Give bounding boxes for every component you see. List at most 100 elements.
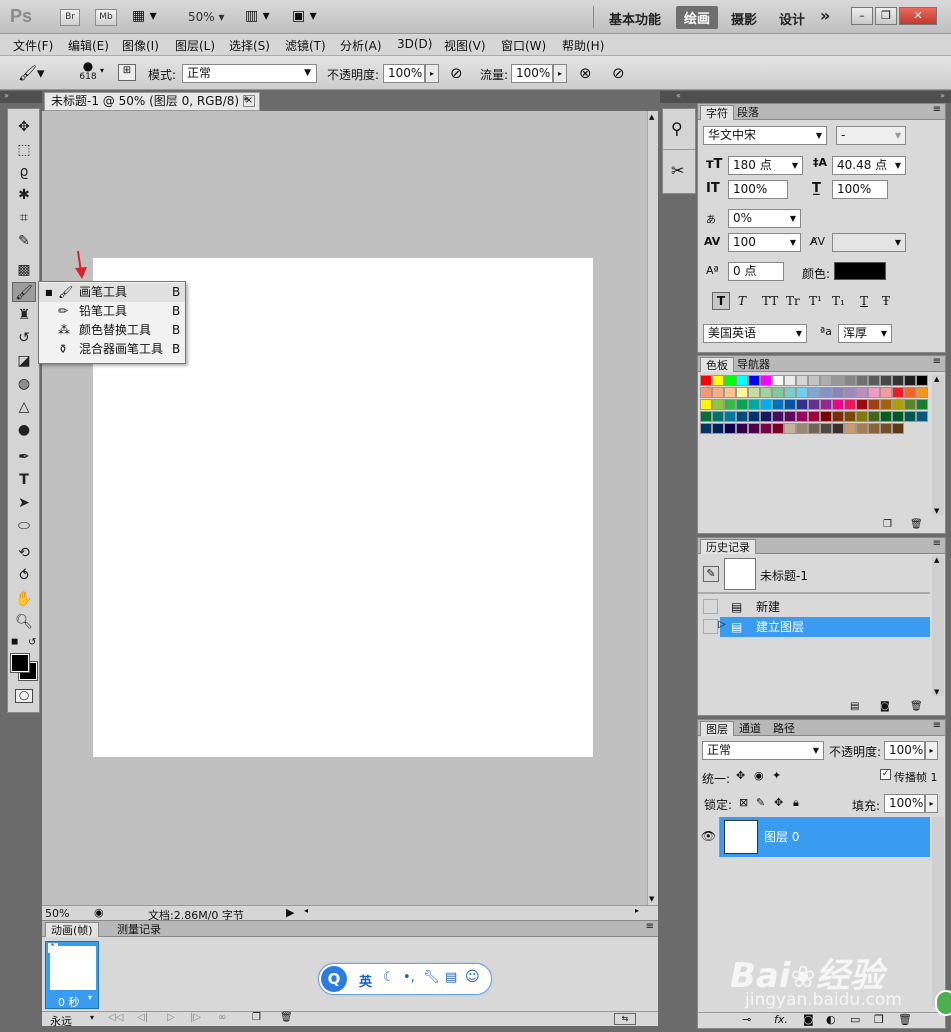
leading-input[interactable]: 40.48 点 ▼ <box>832 156 906 175</box>
menu-file[interactable]: 文件(F) <box>13 37 53 54</box>
blur-tool-icon[interactable]: △ <box>12 397 36 417</box>
font-style-select[interactable]: - ▼ <box>836 126 906 145</box>
layer-style-icon[interactable]: fx. <box>774 1013 788 1026</box>
color-swatch[interactable] <box>868 399 880 410</box>
vertical-scale-input[interactable]: 100% <box>728 180 788 199</box>
color-swatch[interactable] <box>748 387 760 398</box>
opacity-slider-button[interactable]: ▸ <box>425 64 439 83</box>
color-swatch[interactable] <box>712 387 724 398</box>
close-document-icon[interactable]: × <box>243 95 255 107</box>
tab-paths[interactable]: 路径 <box>768 721 800 736</box>
color-swatch[interactable] <box>916 411 928 422</box>
tracking-input[interactable]: 100 ▼ <box>728 233 801 252</box>
history-item[interactable]: ▤ 新建 <box>698 597 928 617</box>
unify-style-icon[interactable]: ✦ <box>772 769 781 782</box>
punctuation-icon[interactable]: •, <box>403 970 415 985</box>
delete-frame-icon[interactable]: 🗑︎ <box>280 1012 293 1023</box>
scroll-down-icon[interactable]: ▼ <box>934 507 939 515</box>
color-swatch[interactable] <box>700 423 712 434</box>
opacity-slider-button[interactable]: ▸ <box>925 741 938 760</box>
play-icon[interactable]: ▷ <box>167 1012 175 1023</box>
underline-button[interactable]: T <box>860 294 868 308</box>
color-swatch[interactable] <box>736 375 748 386</box>
color-swatch[interactable] <box>856 423 868 434</box>
blend-mode-select[interactable]: 正常 ▼ <box>702 741 824 760</box>
tab-character[interactable]: 字符 <box>700 105 734 120</box>
layers-scrollbar[interactable] <box>932 817 944 1007</box>
restore-button[interactable]: ❐ <box>875 7 897 25</box>
small-caps-button[interactable]: Tr <box>786 294 800 308</box>
eraser-tool-icon[interactable]: ◪ <box>12 351 36 371</box>
color-swatch[interactable] <box>904 411 916 422</box>
scroll-right-icon[interactable]: ▸ <box>635 906 639 915</box>
screen-mode-icon[interactable]: ▣ ▾ <box>292 8 317 24</box>
convert-timeline-icon[interactable]: ⇆ <box>614 1013 636 1025</box>
color-swatch[interactable] <box>892 423 904 434</box>
quick-mask-icon[interactable]: ◯ <box>15 689 33 703</box>
menu-image[interactable]: 图像(I) <box>122 37 159 54</box>
color-swatch[interactable] <box>760 375 772 386</box>
more-workspaces-icon[interactable]: » <box>820 6 830 25</box>
color-swatch[interactable] <box>844 387 856 398</box>
menu-filter[interactable]: 滤镜(T) <box>285 37 326 54</box>
color-swatch[interactable] <box>760 411 772 422</box>
history-item-active[interactable]: ▤ 建立图层 <box>720 617 930 637</box>
color-swatch[interactable] <box>724 375 736 386</box>
lock-position-icon[interactable]: ✥ <box>774 796 783 809</box>
color-swatch[interactable] <box>772 411 784 422</box>
color-swatch[interactable] <box>844 411 856 422</box>
adjustment-layer-icon[interactable]: ◐ <box>826 1013 836 1026</box>
eye-icon[interactable]: 👁︎ <box>698 817 720 857</box>
color-swatch[interactable] <box>832 423 844 434</box>
view-extras-icon[interactable]: ▦ ▾ <box>132 8 157 24</box>
tab-layers[interactable]: 图层 <box>700 721 734 736</box>
color-swatch[interactable] <box>712 399 724 410</box>
scroll-down-icon[interactable]: ▼ <box>649 895 654 903</box>
tsume-input[interactable]: 0% ▼ <box>728 209 801 228</box>
layer-opacity-input[interactable]: 100% <box>884 741 925 760</box>
menu-edit[interactable]: 编辑(E) <box>68 37 109 54</box>
lock-pixels-icon[interactable]: ✎ <box>756 796 765 809</box>
panel-dock-header[interactable]: » <box>697 91 951 103</box>
marquee-tool-icon[interactable]: ⬚ <box>12 140 36 160</box>
loop-select[interactable]: 永远 <box>50 1013 72 1029</box>
color-swatch[interactable] <box>748 411 760 422</box>
color-swatch[interactable] <box>760 423 772 434</box>
move-tool-icon[interactable]: ✥ <box>12 117 36 137</box>
color-swatch[interactable] <box>796 375 808 386</box>
flyout-item-pencil[interactable]: ✏ 铅笔工具 B <box>39 302 185 321</box>
panel-menu-icon[interactable]: ≡ <box>933 720 941 731</box>
color-swatch[interactable] <box>712 423 724 434</box>
color-swatch[interactable] <box>868 411 880 422</box>
scroll-left-icon[interactable]: ◂ <box>304 906 308 915</box>
menu-layer[interactable]: 图层(L) <box>175 37 215 54</box>
workspace-painting[interactable]: 绘画 <box>676 6 719 29</box>
color-swatch[interactable] <box>748 423 760 434</box>
color-swatch[interactable] <box>772 387 784 398</box>
eyedropper-tool-icon[interactable]: ✎ <box>12 231 36 251</box>
link-layers-icon[interactable]: ⊸ <box>742 1013 751 1026</box>
color-swatch[interactable] <box>772 423 784 434</box>
flyout-item-mixer-brush[interactable]: ⚱ 混合器画笔工具 B <box>39 340 185 359</box>
menu-analysis[interactable]: 分析(A) <box>340 37 382 54</box>
first-frame-icon[interactable]: ◁◁ <box>108 1012 123 1023</box>
hand-tool-icon[interactable]: ✋ <box>12 589 36 609</box>
color-swatch[interactable] <box>916 375 928 386</box>
color-swatch[interactable] <box>736 387 748 398</box>
status-zoom-icon[interactable]: ◉ <box>94 906 104 919</box>
tab-animation-frames[interactable]: 动画(帧) <box>45 922 99 937</box>
color-swatch[interactable] <box>700 399 712 410</box>
minimize-button[interactable]: – <box>851 7 873 25</box>
color-swatch[interactable] <box>808 399 820 410</box>
color-swatch[interactable] <box>868 387 880 398</box>
animation-frame[interactable]: 1 0 秒 ▾ <box>45 941 99 1009</box>
wrench-icon[interactable]: 🔧︎ <box>423 970 440 985</box>
color-swatch[interactable] <box>736 411 748 422</box>
default-colors-icon[interactable]: ◼ <box>11 637 18 647</box>
tab-navigator[interactable]: 导航器 <box>732 357 775 372</box>
panel-menu-icon[interactable]: ≡ <box>646 921 654 932</box>
history-snapshot[interactable]: ✎ 未标题-1 <box>698 556 930 594</box>
flyout-item-color-replacement[interactable]: ⁂ 颜色替换工具 B <box>39 321 185 340</box>
tween-icon[interactable]: ∞ <box>218 1012 226 1023</box>
type-tool-icon[interactable]: T <box>12 470 36 490</box>
